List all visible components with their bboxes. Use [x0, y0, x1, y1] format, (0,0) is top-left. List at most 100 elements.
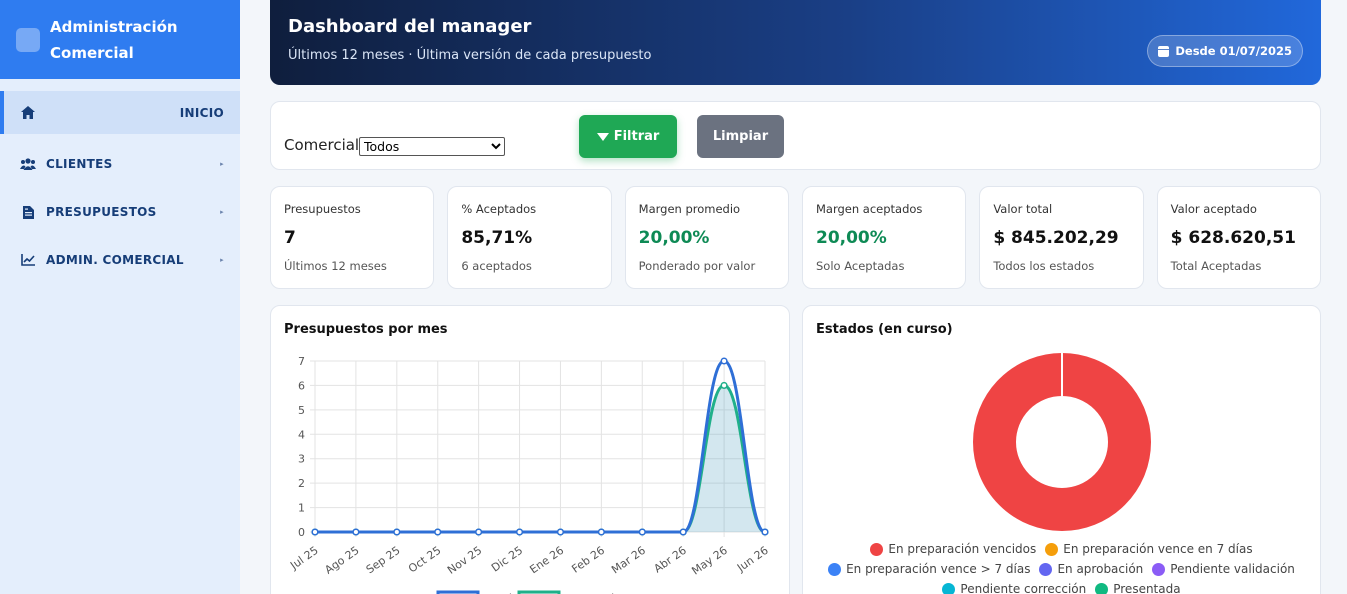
donut-chart-card: Estados (en curso) En preparación vencid… — [802, 305, 1321, 594]
y-tick-label: 1 — [298, 502, 305, 515]
calendar-icon — [1158, 45, 1170, 57]
kpi-value: 85,71% — [461, 228, 533, 248]
date-badge-label: Desde 01/07/2025 — [1175, 44, 1292, 58]
legend-item[interactable]: En preparación vencidos — [870, 542, 1036, 556]
data-point-total — [556, 528, 565, 536]
kpi-card-margen-aceptados: Margen aceptados 20,00% Solo Aceptadas — [801, 186, 967, 289]
donut-chart — [973, 353, 1151, 531]
data-point-total — [638, 528, 646, 536]
legend-item[interactable]: En preparación vence en 7 días — [1045, 542, 1253, 556]
legend-dot — [1045, 542, 1059, 556]
brand-logo — [16, 27, 40, 52]
data-point-total — [679, 528, 687, 536]
x-tick-label: Abr 26 — [652, 544, 689, 576]
kpi-value: 20,00% — [638, 228, 710, 248]
clear-button[interactable]: Limpiar — [697, 115, 784, 158]
legend-dot — [1095, 582, 1109, 594]
line-chart: 0 1 2 3 4 5 6 7 Jul 25 Ago 25 Sep 25 Oct 25 Nov 25 Di… — [287, 355, 771, 594]
kpi-subtitle: Últimos 12 meses — [284, 259, 387, 273]
sidebar-item-label: ADMIN. COMERCIAL — [46, 253, 184, 267]
y-tick-label: 0 — [298, 526, 305, 539]
x-tick-label: Ago 25 — [322, 544, 361, 577]
clear-button-label: Limpiar — [712, 129, 769, 144]
filter-panel: Comercial Todos Filtrar Limpiar — [270, 101, 1321, 170]
legend-dot — [1039, 562, 1053, 576]
data-point-total — [761, 528, 769, 536]
legend-row: Pendiente corrección Presentada — [803, 582, 1320, 594]
legend-item[interactable]: Presentada — [1095, 582, 1181, 594]
data-point-total — [393, 528, 401, 536]
kpi-card-aceptados: % Aceptados 85,71% 6 aceptados — [447, 186, 612, 289]
sidebar-nav: INICIO CLIENTES ▸ PRESUPUESTOS ▸ ADMIN. … — [0, 91, 240, 284]
x-tick-label: Oct 25 — [406, 544, 443, 576]
legend-row: En preparación vence > 7 días En aprobaci… — [803, 562, 1320, 576]
sidebar-item-label: PRESUPUESTOS — [46, 205, 157, 219]
x-tick-label: Dic 25 — [489, 544, 525, 575]
legend-item[interactable]: En aprobación — [1039, 562, 1143, 576]
kpi-title: Margen promedio — [638, 202, 741, 216]
legend-label: Presentada — [1113, 582, 1181, 594]
filter-icon — [596, 132, 609, 141]
caret-right-icon: ▸ — [220, 256, 224, 264]
legend-item[interactable]: Pendiente validación — [1152, 562, 1295, 576]
brand[interactable]: Administración Comercial — [0, 0, 240, 79]
donut-legend: En preparación vencidos En preparación ve… — [803, 542, 1320, 594]
kpi-card-valor-aceptado: Valor aceptado $ 628.620,51 Total Acepta… — [1156, 186, 1321, 289]
legend-dot — [828, 562, 842, 576]
legend-row: En preparación vencidos En preparación ve… — [803, 542, 1320, 556]
y-tick-label: 6 — [298, 379, 305, 392]
x-tick-label: May 26 — [689, 544, 729, 578]
kpi-title: Valor total — [993, 202, 1053, 216]
home-icon — [20, 106, 36, 120]
kpi-value: 20,00% — [815, 228, 887, 248]
kpi-value: 7 — [284, 228, 296, 248]
sidebar-item-clientes[interactable]: CLIENTES ▸ — [0, 140, 240, 188]
kpi-subtitle: Total Aceptadas — [1170, 259, 1262, 273]
data-point-total — [475, 528, 483, 536]
legend-label: En preparación vencidos — [888, 542, 1037, 556]
dashboard-header: Dashboard del manager Últimos 12 meses ·… — [270, 0, 1321, 85]
comercial-select[interactable]: Todos — [359, 137, 505, 156]
kpi-title: % Aceptados — [461, 202, 537, 216]
legend-label: En preparación vence en 7 días — [1063, 542, 1253, 556]
kpi-title: Margen aceptados — [815, 202, 923, 216]
data-point-total — [515, 528, 524, 536]
legend-item[interactable]: Pendiente corrección — [942, 582, 1086, 594]
legend-label: Pendiente corrección — [960, 582, 1087, 594]
sidebar-item-presupuestos[interactable]: PRESUPUESTOS ▸ — [0, 188, 240, 236]
y-tick-label: 7 — [298, 355, 305, 368]
chart-line-icon — [20, 253, 36, 267]
x-tick-label: Mar 26 — [609, 544, 648, 577]
legend-dot — [942, 582, 956, 594]
kpi-title: Presupuestos — [284, 202, 361, 216]
filter-button-label: Filtrar — [613, 129, 660, 144]
x-tick-label: Feb 26 — [569, 544, 607, 576]
x-tick-label: Jul 25 — [287, 544, 320, 573]
legend-item[interactable]: En preparación vence > 7 días — [828, 562, 1030, 576]
sidebar-item-label: CLIENTES — [46, 157, 113, 171]
legend-dot — [1152, 562, 1166, 576]
x-tick-label: Nov 25 — [445, 544, 484, 577]
x-tick-label: Ene 26 — [527, 544, 566, 577]
kpi-card-valor-total: Valor total $ 845.202,29 Todos los estad… — [979, 186, 1144, 289]
sidebar-item-inicio[interactable]: INICIO — [0, 91, 240, 134]
kpi-value: $ 628.620,51 — [1170, 228, 1296, 248]
page-subtitle: Últimos 12 meses · Última versión de cad… — [288, 48, 652, 63]
file-invoice-icon — [20, 205, 36, 219]
y-tick-label: 4 — [298, 428, 305, 441]
users-icon — [20, 157, 36, 171]
y-tick-label: 3 — [298, 453, 305, 466]
kpi-card-margen-promedio: Margen promedio 20,00% Ponderado por val… — [624, 186, 789, 289]
comercial-label: Comercial — [284, 136, 360, 154]
y-tick-label: 2 — [298, 477, 305, 490]
kpi-subtitle: Solo Aceptadas — [815, 259, 905, 273]
legend-label: En aprobación — [1057, 562, 1144, 576]
line-chart-card: Presupuestos por mes 0 1 2 3 4 5 6 7 Jul 25 Ago 2… — [270, 305, 790, 594]
kpi-subtitle: Ponderado por valor — [638, 259, 756, 273]
sidebar-item-admin-comercial[interactable]: ADMIN. COMERCIAL ▸ — [0, 236, 240, 284]
caret-right-icon: ▸ — [220, 160, 224, 168]
x-tick-label: Sep 25 — [364, 544, 403, 577]
data-point-total — [434, 528, 442, 536]
y-tick-label: 5 — [298, 404, 305, 417]
filter-button[interactable]: Filtrar — [579, 115, 677, 158]
